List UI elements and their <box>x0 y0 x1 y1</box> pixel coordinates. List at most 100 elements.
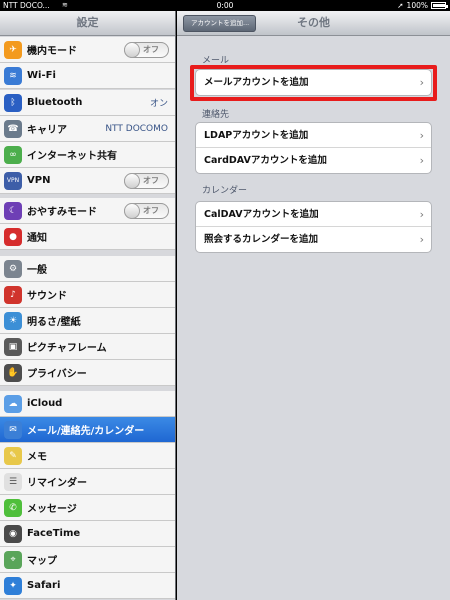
toggle-switch[interactable]: オフ <box>124 173 169 189</box>
detail-header: その他 アカウントを追加... <box>177 11 450 36</box>
highlight-box <box>190 65 437 101</box>
sidebar-item-label: リマインダー <box>27 478 87 489</box>
sidebar-item[interactable]: ☰ リマインダー <box>0 469 175 495</box>
detail-panel: その他 アカウントを追加... メール メールアカウントを追加 › 連絡先 LD… <box>177 11 450 600</box>
sidebar-item-label: メモ <box>27 452 47 463</box>
section-label-contacts: 連絡先 <box>202 110 230 120</box>
row-label: CardDAVアカウントを追加 <box>204 155 327 166</box>
sidebar-item[interactable]: VPN VPN オフ <box>0 168 175 194</box>
sidebar-item[interactable]: ◉ FaceTime <box>0 521 175 547</box>
sidebar-item[interactable]: ✦ Safari <box>0 573 175 599</box>
sidebar-item[interactable]: ✉ メール/連絡先/カレンダー <box>0 417 175 443</box>
toggle-label: オフ <box>143 45 159 54</box>
wifi-icon: ≋ <box>4 67 22 85</box>
sidebar-item[interactable]: ☁ iCloud <box>0 391 175 417</box>
sidebar-item-label: iCloud <box>27 398 63 409</box>
safari-icon: ✦ <box>4 577 22 595</box>
back-button[interactable]: アカウントを追加... <box>183 15 256 32</box>
sidebar-item[interactable]: ∞ インターネット共有 <box>0 142 175 168</box>
sidebar-item[interactable]: ● 通知 <box>0 224 175 250</box>
add-caldav-account-row[interactable]: CalDAVアカウントを追加 › <box>196 202 431 227</box>
toggle-knob <box>124 42 140 58</box>
sidebar-item[interactable]: ⚙ 一般 <box>0 256 175 282</box>
brightness-icon: ☀ <box>4 312 22 330</box>
link-icon: ∞ <box>4 146 22 164</box>
sidebar-item-value: NTT DOCOMO <box>105 123 168 134</box>
toggle-label: オフ <box>143 206 159 215</box>
speaker-icon: ♪ <box>4 286 22 304</box>
toggle-knob <box>124 203 140 219</box>
chevron-right-icon: › <box>419 208 424 221</box>
sidebar-item-label: Bluetooth <box>27 97 83 108</box>
sidebar-item-label: マップ <box>27 556 57 567</box>
sidebar-item[interactable]: ☎ キャリア NTT DOCOMO <box>0 116 175 142</box>
facetime-icon: ◉ <box>4 525 22 543</box>
moon-icon: ☾ <box>4 202 22 220</box>
group-calendar: CalDAVアカウントを追加 › 照会するカレンダーを追加 › <box>195 201 432 253</box>
clock: 0:00 <box>216 1 234 10</box>
battery-icon <box>431 2 448 9</box>
sidebar-item[interactable]: ≋ Wi-Fi <box>0 63 175 89</box>
messages-icon: ✆ <box>4 499 22 517</box>
sidebar-item-label: ピクチャフレーム <box>27 343 107 354</box>
sidebar-item[interactable]: ▣ ピクチャフレーム <box>0 334 175 360</box>
bluetooth-icon: ᛒ <box>4 94 22 112</box>
sidebar-item[interactable]: ✋ プライバシー <box>0 360 175 386</box>
sidebar-item[interactable]: ᛒ Bluetooth オン <box>0 90 175 116</box>
toggle-knob <box>124 173 140 189</box>
map-icon: ⌖ <box>4 551 22 569</box>
sidebar-title: 設定 <box>0 11 175 36</box>
sidebar-item-value: オン <box>149 99 168 109</box>
sidebar-item-label: おやすみモード <box>27 207 97 218</box>
phone-icon: ☎ <box>4 120 22 138</box>
chevron-right-icon: › <box>419 129 424 142</box>
notification-icon: ● <box>4 228 22 246</box>
sidebar-item-label: インターネット共有 <box>27 151 117 162</box>
sidebar-item-label: プライバシー <box>27 369 87 380</box>
sidebar-item[interactable]: ⌖ マップ <box>0 547 175 573</box>
picture-frame-icon: ▣ <box>4 338 22 356</box>
sidebar-item-label: メール/連絡先/カレンダー <box>27 426 145 437</box>
airplane-icon: ✈ <box>4 41 22 59</box>
add-subscribed-calendar-row[interactable]: 照会するカレンダーを追加 › <box>196 227 431 252</box>
sidebar-item-label: 機内モード <box>27 46 77 57</box>
notes-icon: ✎ <box>4 447 22 465</box>
reminders-icon: ☰ <box>4 473 22 491</box>
sidebar-item-label: メッセージ <box>27 504 77 515</box>
mail-icon: ✉ <box>4 421 22 439</box>
sidebar-item-label: 明るさ/壁紙 <box>27 317 81 328</box>
chevron-right-icon: › <box>419 233 424 246</box>
vpn-icon: VPN <box>4 172 22 190</box>
battery-percent: 100% <box>406 1 428 10</box>
chevron-right-icon: › <box>419 154 424 167</box>
hand-icon: ✋ <box>4 364 22 382</box>
status-bar: NTT DOCO... ≋ 0:00 ➚ 100% <box>0 0 450 11</box>
sidebar-item-label: Wi-Fi <box>27 70 56 81</box>
sidebar-item[interactable]: ✆ メッセージ <box>0 495 175 521</box>
section-label-calendar: カレンダー <box>202 186 248 196</box>
status-right: ➚ 100% <box>397 0 448 11</box>
row-label: 照会するカレンダーを追加 <box>204 234 319 245</box>
group-contacts: LDAPアカウントを追加 › CardDAVアカウントを追加 › <box>195 122 432 174</box>
toggle-label: オフ <box>143 176 159 185</box>
gear-icon: ⚙ <box>4 260 22 278</box>
sidebar-item[interactable]: ♪ サウンド <box>0 282 175 308</box>
toggle-switch[interactable]: オフ <box>124 203 169 219</box>
sidebar-item[interactable]: ✎ メモ <box>0 443 175 469</box>
toggle-switch[interactable]: オフ <box>124 42 169 58</box>
sidebar-item[interactable]: ✈ 機内モード オフ <box>0 37 175 63</box>
add-ldap-account-row[interactable]: LDAPアカウントを追加 › <box>196 123 431 148</box>
cloud-icon: ☁ <box>4 395 22 413</box>
row-label: CalDAVアカウントを追加 <box>204 209 319 220</box>
add-carddav-account-row[interactable]: CardDAVアカウントを追加 › <box>196 148 431 173</box>
sidebar-item-label: FaceTime <box>27 528 81 539</box>
sidebar-item[interactable]: ☾ おやすみモード オフ <box>0 198 175 224</box>
row-label: LDAPアカウントを追加 <box>204 130 309 141</box>
sidebar-item-label: Safari <box>27 580 61 591</box>
sidebar-item-label: サウンド <box>27 291 67 302</box>
sidebar-item-label: 通知 <box>27 233 47 244</box>
sidebar-item[interactable]: ☀ 明るさ/壁紙 <box>0 308 175 334</box>
sidebar-item-label: VPN <box>27 175 51 186</box>
location-icon: ➚ <box>397 1 404 10</box>
sidebar-item-label: キャリア <box>27 125 67 136</box>
